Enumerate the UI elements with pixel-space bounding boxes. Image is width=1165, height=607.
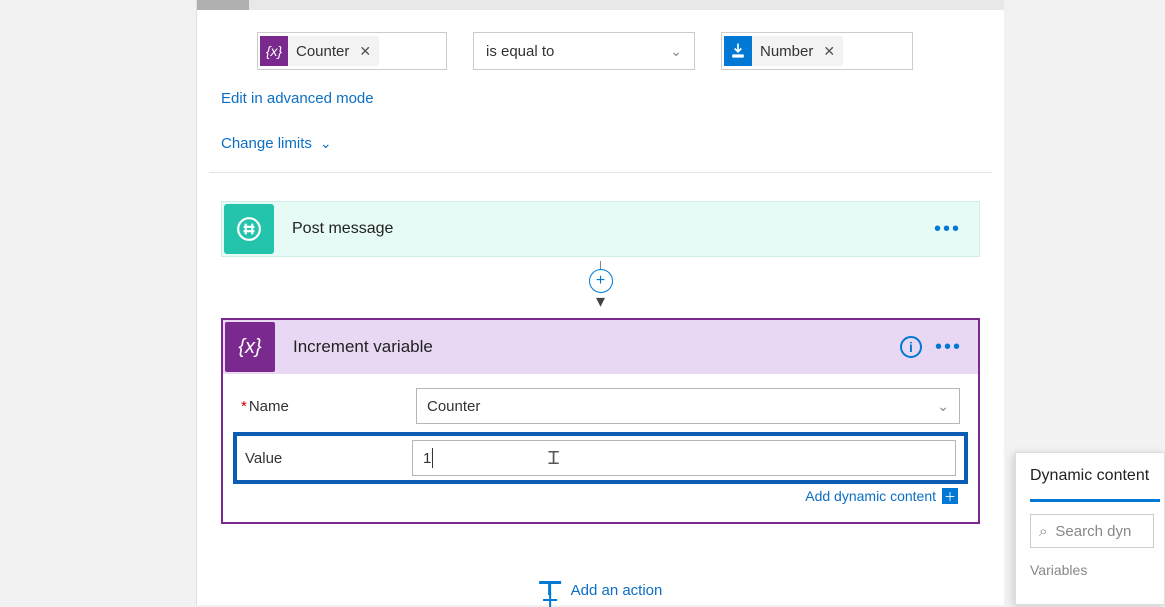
more-menu-button[interactable]: ••• <box>935 336 962 359</box>
condition-operator-select[interactable]: is equal to ⌄ <box>473 32 695 70</box>
condition-left-operand[interactable]: {x} Counter ✕ <box>257 32 447 70</box>
card-header[interactable]: {x} Increment variable i ••• <box>223 320 978 374</box>
name-label: *Name <box>241 398 416 415</box>
variable-icon: {x} <box>260 36 288 66</box>
info-icon[interactable]: i <box>900 336 922 358</box>
dynamic-search-input[interactable]: ⌕ Search dyn <box>1030 514 1154 548</box>
chevron-down-icon: ⌄ <box>320 135 332 152</box>
arrow-down-icon: ▾ <box>596 291 605 312</box>
search-placeholder: Search dyn <box>1055 523 1131 540</box>
change-limits-link[interactable]: Change limits <box>221 135 312 152</box>
value-text: 1 <box>423 450 431 467</box>
condition-right-operand[interactable]: Number ✕ <box>721 32 913 70</box>
edit-advanced-mode-link[interactable]: Edit in advanced mode <box>221 90 1004 107</box>
text-cursor-icon: Ꮖ <box>548 448 560 469</box>
hash-icon <box>224 204 274 254</box>
card-title: Increment variable <box>293 337 433 357</box>
value-input[interactable]: 1 Ꮖ <box>412 440 956 476</box>
top-strip-tab <box>197 0 249 10</box>
chip-remove-button[interactable]: ✕ <box>821 43 843 60</box>
token-chip-number[interactable]: Number ✕ <box>724 36 843 66</box>
post-message-card[interactable]: Post message ••• <box>221 201 980 257</box>
card-title: Post message <box>292 220 393 238</box>
active-tab-indicator <box>1030 499 1160 502</box>
chip-label: Counter <box>288 43 357 60</box>
condition-row: {x} Counter ✕ is equal to ⌄ Number ✕ <box>257 32 980 70</box>
token-chip-counter[interactable]: {x} Counter ✕ <box>260 36 379 66</box>
panel-title: Dynamic content <box>1030 467 1164 485</box>
more-menu-button[interactable]: ••• <box>934 218 961 241</box>
name-value: Counter <box>427 398 480 415</box>
text-caret <box>432 448 433 468</box>
section-header: Variables <box>1030 562 1164 578</box>
variable-icon: {x} <box>225 322 275 372</box>
dynamic-content-panel: Dynamic content ⌕ Search dyn Variables <box>1015 452 1165 605</box>
chip-remove-button[interactable]: ✕ <box>357 43 379 60</box>
plus-icon: ＋ <box>942 488 958 504</box>
value-label: Value <box>245 450 412 467</box>
chip-label: Number <box>752 43 821 60</box>
value-field-highlight: Value 1 Ꮖ <box>233 432 968 484</box>
add-dynamic-content-link[interactable]: Add dynamic content ＋ <box>223 488 958 504</box>
number-icon <box>724 36 752 66</box>
increment-variable-card: {x} Increment variable i ••• *Name Count… <box>221 318 980 524</box>
chevron-down-icon: ⌄ <box>937 398 949 415</box>
operator-label: is equal to <box>486 43 554 60</box>
name-field-row: *Name Counter ⌄ <box>241 386 960 426</box>
chevron-down-icon: ⌄ <box>670 43 682 60</box>
top-strip <box>197 0 1004 10</box>
insert-step-button[interactable]: + <box>589 269 613 293</box>
connector: + ▾ <box>197 261 1004 312</box>
divider <box>209 172 992 173</box>
name-select[interactable]: Counter ⌄ <box>416 388 960 424</box>
add-action-button[interactable]: Add an action <box>539 581 663 599</box>
add-action-icon <box>539 581 561 599</box>
flow-canvas: {x} Counter ✕ is equal to ⌄ Number ✕ Edi… <box>196 0 1004 605</box>
search-icon: ⌕ <box>1039 523 1047 540</box>
